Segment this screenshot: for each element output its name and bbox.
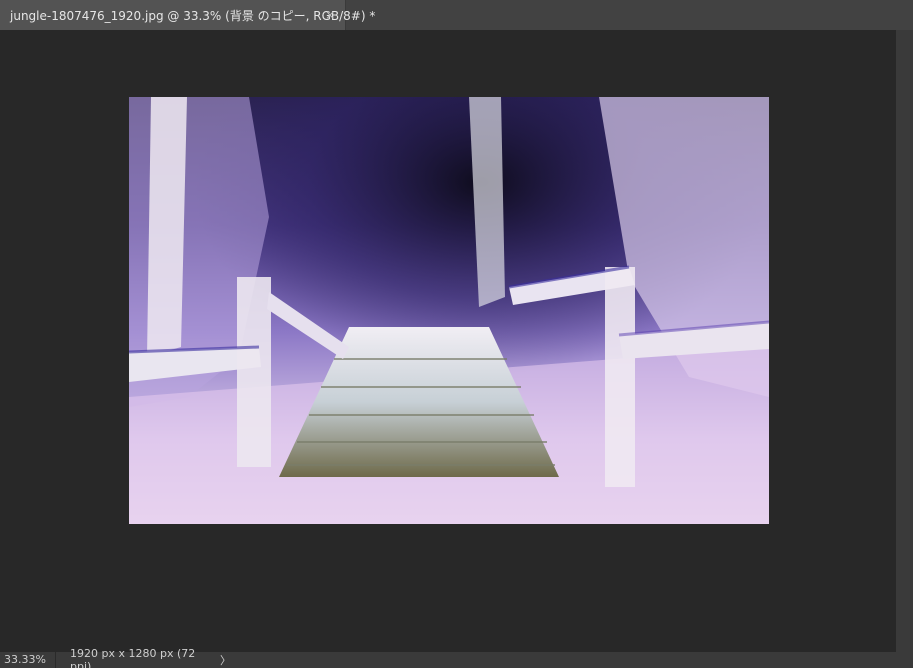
document-tab-bar: jungle-1807476_1920.jpg @ 33.3% (背景 のコピー… (0, 0, 913, 30)
document-tab[interactable]: jungle-1807476_1920.jpg @ 33.3% (背景 のコピー… (0, 0, 375, 30)
close-icon[interactable]: × (325, 8, 335, 22)
document-tab-title: jungle-1807476_1920.jpg @ 33.3% (背景 のコピー… (10, 8, 376, 23)
zoom-level-field[interactable]: 33.33% (0, 652, 56, 668)
document-size-info: 1920 px x 1280 px (72 ppi) (70, 647, 196, 668)
document-image[interactable] (129, 97, 769, 524)
status-bar: 33.33% 1920 px x 1280 px (72 ppi) 〉 (0, 647, 913, 668)
chevron-right-icon[interactable]: 〉 (216, 652, 231, 668)
inverted-jungle-boardwalk-image (129, 97, 769, 524)
vertical-scrollbar[interactable] (896, 30, 913, 652)
